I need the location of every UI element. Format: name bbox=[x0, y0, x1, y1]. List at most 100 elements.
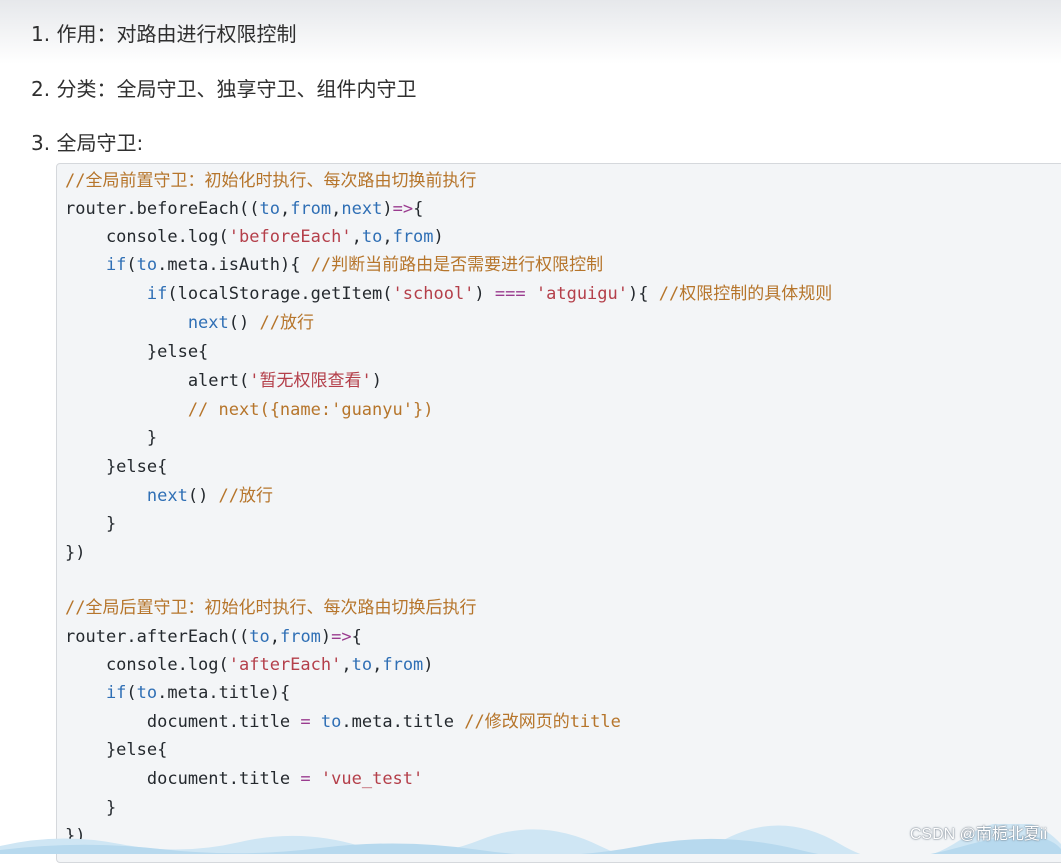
code-token: 'afterEach' bbox=[228, 655, 342, 675]
code-token: ) bbox=[433, 227, 444, 247]
code-line: }else{ bbox=[65, 341, 208, 363]
code-token: === bbox=[494, 284, 526, 304]
code-token: console.log( bbox=[65, 655, 229, 675]
code-token: , bbox=[269, 627, 280, 647]
csdn-watermark: CSDN @南栀北夏ii bbox=[909, 826, 1047, 843]
code-line: router.afterEach((to,from)=>{ bbox=[65, 626, 362, 648]
code-token: router.afterEach(( bbox=[65, 627, 250, 647]
code-line: // next({name:'guanyu'}) bbox=[65, 399, 434, 421]
code-token: document.title bbox=[65, 712, 301, 732]
code-token: = bbox=[300, 712, 311, 732]
code-token: if bbox=[65, 284, 168, 304]
code-token: console.log( bbox=[65, 227, 229, 247]
code-token: .meta.isAuth){ bbox=[157, 255, 311, 275]
code-token: } bbox=[65, 514, 117, 534]
code-line: }else{ bbox=[65, 739, 167, 761]
code-line: console.log('beforeEach',to,from) bbox=[65, 226, 444, 248]
code-token: ( bbox=[126, 683, 137, 703]
code-token: ) bbox=[382, 199, 393, 219]
code-token: }else{ bbox=[65, 740, 168, 760]
code-token: //修改网页的title bbox=[464, 712, 621, 732]
code-token: // next({name:'guanyu'}) bbox=[65, 400, 434, 420]
code-token: (localStorage.getItem( bbox=[167, 284, 393, 304]
code-token: 'vue_test' bbox=[320, 769, 424, 789]
code-line: if(to.meta.title){ bbox=[65, 682, 290, 704]
code-token: '暂无权限查看' bbox=[249, 371, 372, 391]
code-token: next bbox=[65, 313, 229, 333]
code-token: //全局前置守卫：初始化时执行、每次路由切换前执行 bbox=[65, 171, 477, 191]
code-token: from bbox=[290, 199, 332, 219]
code-token: to bbox=[136, 683, 158, 703]
code-token: .meta.title){ bbox=[157, 683, 291, 703]
code-line: if(to.meta.isAuth){ //判断当前路由是否需要进行权限控制 bbox=[65, 254, 603, 276]
code-token: to bbox=[361, 227, 383, 247]
code-line: alert('暂无权限查看') bbox=[65, 370, 382, 392]
list-item-purpose: 1. 作用：对路由进行权限控制 bbox=[31, 22, 297, 46]
code-line: if(localStorage.getItem('school') === 'a… bbox=[65, 283, 832, 305]
code-token: 'atguigu' bbox=[535, 284, 628, 304]
code-line: next() //放行 bbox=[65, 485, 273, 507]
code-token: { bbox=[413, 199, 424, 219]
code-token: , bbox=[382, 227, 393, 247]
code-token: //放行 bbox=[259, 313, 314, 333]
code-line: }) bbox=[65, 542, 85, 564]
code-token: if bbox=[65, 255, 127, 275]
code-token: } bbox=[65, 428, 158, 448]
code-token: next bbox=[65, 486, 188, 506]
code-token: { bbox=[351, 627, 362, 647]
code-token: from bbox=[382, 655, 424, 675]
code-token: , bbox=[351, 227, 362, 247]
code-token: //权限控制的具体规则 bbox=[658, 284, 833, 304]
code-token: if bbox=[65, 683, 127, 703]
code-line: document.title = to.meta.title //修改网页的ti… bbox=[65, 711, 621, 733]
code-token: , bbox=[341, 655, 352, 675]
code-token: ) bbox=[423, 655, 434, 675]
code-token: ) bbox=[474, 284, 495, 304]
code-token: to bbox=[351, 655, 373, 675]
code-token: => bbox=[392, 199, 414, 219]
code-token: 'school' bbox=[392, 284, 475, 304]
code-token: => bbox=[331, 627, 352, 647]
code-line: } bbox=[65, 427, 157, 449]
code-token: ){ bbox=[628, 284, 659, 304]
code-token: ) bbox=[320, 627, 332, 647]
wave-decoration bbox=[0, 824, 1061, 854]
code-line: //全局后置守卫：初始化时执行、每次路由切换后执行 bbox=[65, 597, 476, 619]
code-token: } bbox=[65, 798, 117, 818]
code-token: , bbox=[372, 655, 383, 675]
code-token: from bbox=[392, 227, 434, 247]
code-line: router.beforeEach((to,from,next)=>{ bbox=[65, 198, 423, 220]
code-token: ) bbox=[371, 371, 382, 391]
code-token: }else{ bbox=[65, 457, 168, 477]
code-token: () bbox=[187, 486, 219, 506]
code-token: //放行 bbox=[218, 486, 274, 506]
code-token: , bbox=[279, 199, 291, 219]
code-token: to bbox=[320, 712, 342, 732]
code-token: next bbox=[341, 199, 383, 219]
code-token: to bbox=[249, 627, 270, 647]
code-line: next() //放行 bbox=[65, 312, 314, 334]
code-line: document.title = 'vue_test' bbox=[65, 768, 423, 790]
code-token: from bbox=[279, 627, 321, 647]
code-token: , bbox=[331, 199, 342, 219]
code-token: = bbox=[300, 769, 311, 789]
code-token: ( bbox=[126, 255, 137, 275]
list-item-categories: 2. 分类：全局守卫、独享守卫、组件内守卫 bbox=[31, 77, 417, 101]
code-line: } bbox=[65, 513, 116, 535]
code-line: //全局前置守卫：初始化时执行、每次路由切换前执行 bbox=[65, 170, 476, 192]
code-token: () bbox=[228, 313, 260, 333]
code-token: //判断当前路由是否需要进行权限控制 bbox=[310, 255, 604, 275]
code-token: to bbox=[136, 255, 158, 275]
code-line: } bbox=[65, 797, 116, 819]
code-token: to bbox=[259, 199, 280, 219]
code-token: .meta.title bbox=[341, 712, 465, 732]
code-token: }) bbox=[65, 543, 86, 563]
code-token: alert( bbox=[65, 371, 250, 391]
list-item-global-guard: 3. 全局守卫: bbox=[31, 131, 144, 155]
code-token: }else{ bbox=[65, 342, 209, 362]
code-token: //全局后置守卫：初始化时执行、每次路由切换后执行 bbox=[65, 598, 477, 618]
code-token: document.title bbox=[65, 769, 301, 789]
